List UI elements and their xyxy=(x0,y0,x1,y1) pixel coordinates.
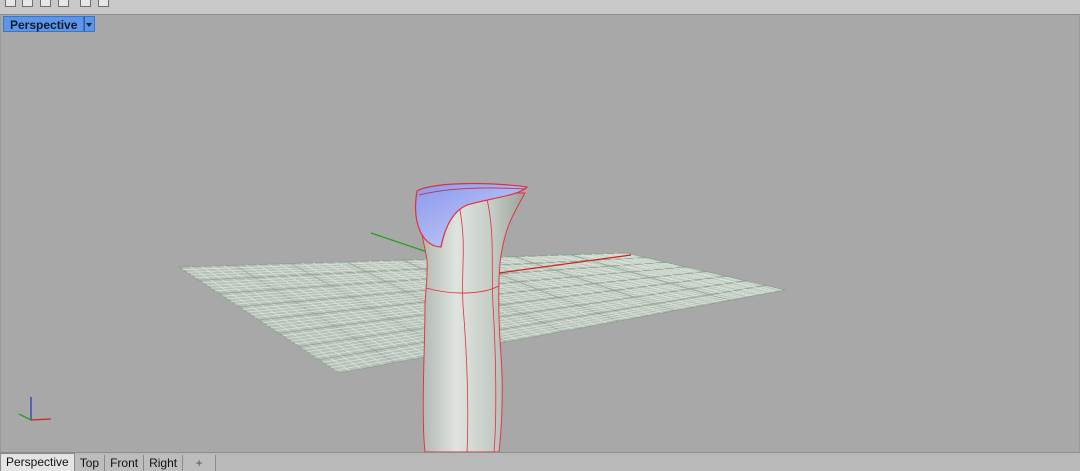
toolbar-icon[interactable] xyxy=(5,0,16,7)
viewport-title[interactable]: Perspective xyxy=(3,16,85,32)
tab-top[interactable]: Top xyxy=(74,455,106,471)
viewport-tab-bar: Perspective Top Front Right + xyxy=(0,452,1080,471)
tab-right[interactable]: Right xyxy=(144,455,184,471)
toolbar-icon[interactable] xyxy=(58,0,69,7)
world-axes-indicator xyxy=(18,397,52,421)
toolbar-icon[interactable] xyxy=(80,0,91,7)
toolbar-icon[interactable] xyxy=(22,0,33,7)
toolbar-strip xyxy=(0,0,1080,15)
perspective-viewport[interactable]: Perspective xyxy=(0,15,1080,452)
viewport-title-bar[interactable]: Perspective xyxy=(3,16,96,32)
viewport-scene[interactable] xyxy=(1,15,1079,452)
chevron-down-icon[interactable] xyxy=(84,16,96,32)
tab-front[interactable]: Front xyxy=(105,455,145,471)
toolbar-icon[interactable] xyxy=(40,0,51,7)
toolbar-icon[interactable] xyxy=(98,0,109,7)
add-tab-button[interactable]: + xyxy=(183,455,217,471)
tab-perspective[interactable]: Perspective xyxy=(0,453,75,471)
